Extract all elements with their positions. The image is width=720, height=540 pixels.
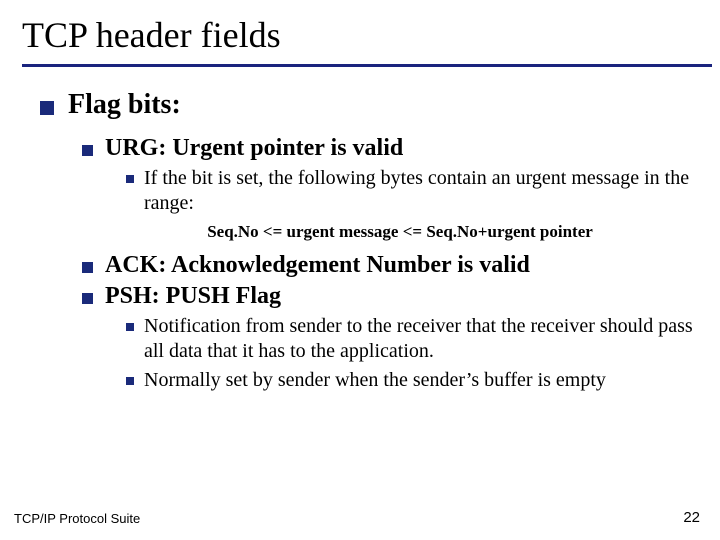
- bullet-urg: URG: Urgent pointer is valid: [82, 135, 698, 162]
- square-bullet-icon: [126, 323, 134, 331]
- bullet-label: ACK: Acknowledgement Number is valid: [105, 252, 698, 279]
- square-bullet-icon: [126, 175, 134, 183]
- bullet-text: Notification from sender to the receiver…: [144, 314, 698, 364]
- urgent-range-formula: Seq.No <= urgent message <= Seq.No+urgen…: [132, 222, 668, 242]
- title-underline: [22, 64, 712, 67]
- bullet-urg-detail: If the bit is set, the following bytes c…: [126, 166, 698, 216]
- bullet-psh: PSH: PUSH Flag: [82, 283, 698, 310]
- square-bullet-icon: [82, 145, 93, 156]
- square-bullet-icon: [82, 262, 93, 273]
- bullet-text: If the bit is set, the following bytes c…: [144, 166, 698, 216]
- footer-text: TCP/IP Protocol Suite: [14, 511, 140, 526]
- bullet-label: PSH: PUSH Flag: [105, 283, 698, 310]
- square-bullet-icon: [40, 101, 54, 115]
- slide-title: TCP header fields: [22, 14, 698, 56]
- square-bullet-icon: [126, 377, 134, 385]
- square-bullet-icon: [82, 293, 93, 304]
- bullet-psh-detail-2: Normally set by sender when the sender’s…: [126, 368, 698, 393]
- bullet-text: Normally set by sender when the sender’s…: [144, 368, 698, 393]
- bullet-label: Flag bits:: [68, 89, 698, 121]
- bullet-psh-detail-1: Notification from sender to the receiver…: [126, 314, 698, 364]
- bullet-ack: ACK: Acknowledgement Number is valid: [82, 252, 698, 279]
- bullet-label: URG: Urgent pointer is valid: [105, 135, 698, 162]
- bullet-flag-bits: Flag bits:: [40, 89, 698, 121]
- slide: TCP header fields Flag bits: URG: Urgent…: [0, 0, 720, 393]
- page-number: 22: [683, 509, 700, 526]
